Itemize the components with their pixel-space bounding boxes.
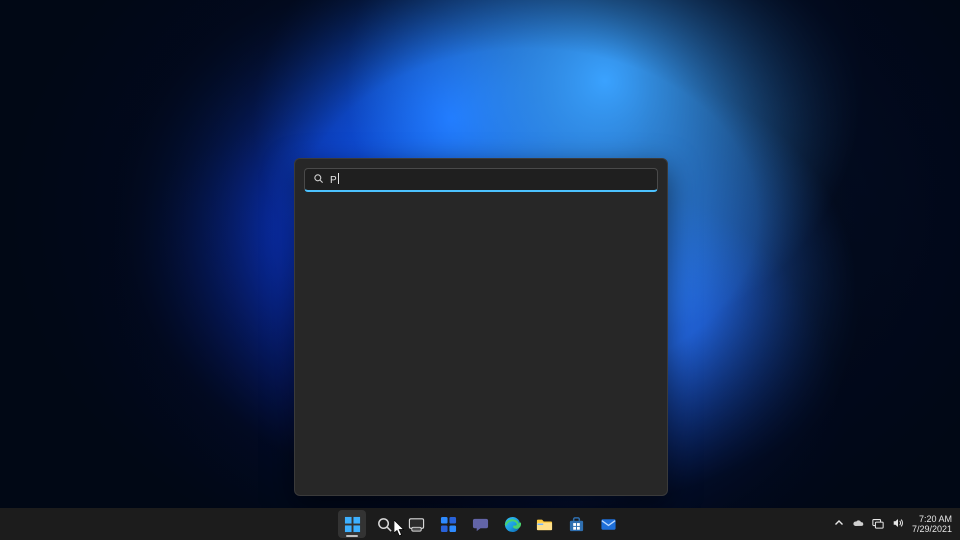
task-view-button[interactable] (402, 510, 430, 538)
network-icon (872, 517, 884, 529)
search-button[interactable] (370, 510, 398, 538)
windows-logo-icon (344, 516, 361, 533)
search-box[interactable]: P (304, 168, 658, 192)
task-view-icon (408, 516, 425, 533)
taskbar-center-group (338, 510, 622, 538)
network-tray-icon[interactable] (872, 517, 884, 531)
widgets-button[interactable] (434, 510, 462, 538)
volume-tray-icon[interactable] (892, 517, 904, 531)
search-input-text: P (330, 173, 339, 186)
chat-button[interactable] (466, 510, 494, 538)
speaker-icon (892, 517, 904, 529)
system-tray: 7:20 AM 7/29/2021 (834, 508, 954, 540)
clock-date: 7/29/2021 (912, 524, 952, 534)
chat-icon (472, 516, 489, 533)
cloud-icon (852, 517, 864, 529)
mail-icon (600, 516, 617, 533)
edge-app[interactable] (498, 510, 526, 538)
clock[interactable]: 7:20 AM 7/29/2021 (912, 514, 954, 535)
search-results-area (304, 192, 658, 486)
start-button[interactable] (338, 510, 366, 538)
file-explorer-app[interactable] (530, 510, 558, 538)
chevron-up-icon (834, 518, 844, 528)
search-icon (313, 171, 324, 189)
widgets-icon (440, 516, 457, 533)
folder-icon (536, 516, 553, 533)
taskbar: 7:20 AM 7/29/2021 (0, 508, 960, 540)
onedrive-tray-icon[interactable] (852, 517, 864, 531)
microsoft-store-app[interactable] (562, 510, 590, 538)
edge-icon (504, 516, 521, 533)
search-icon (376, 516, 393, 533)
store-icon (568, 516, 585, 533)
search-panel: P (294, 158, 668, 496)
clock-time: 7:20 AM (912, 514, 952, 524)
mail-app[interactable] (594, 510, 622, 538)
tray-overflow-button[interactable] (834, 518, 844, 530)
